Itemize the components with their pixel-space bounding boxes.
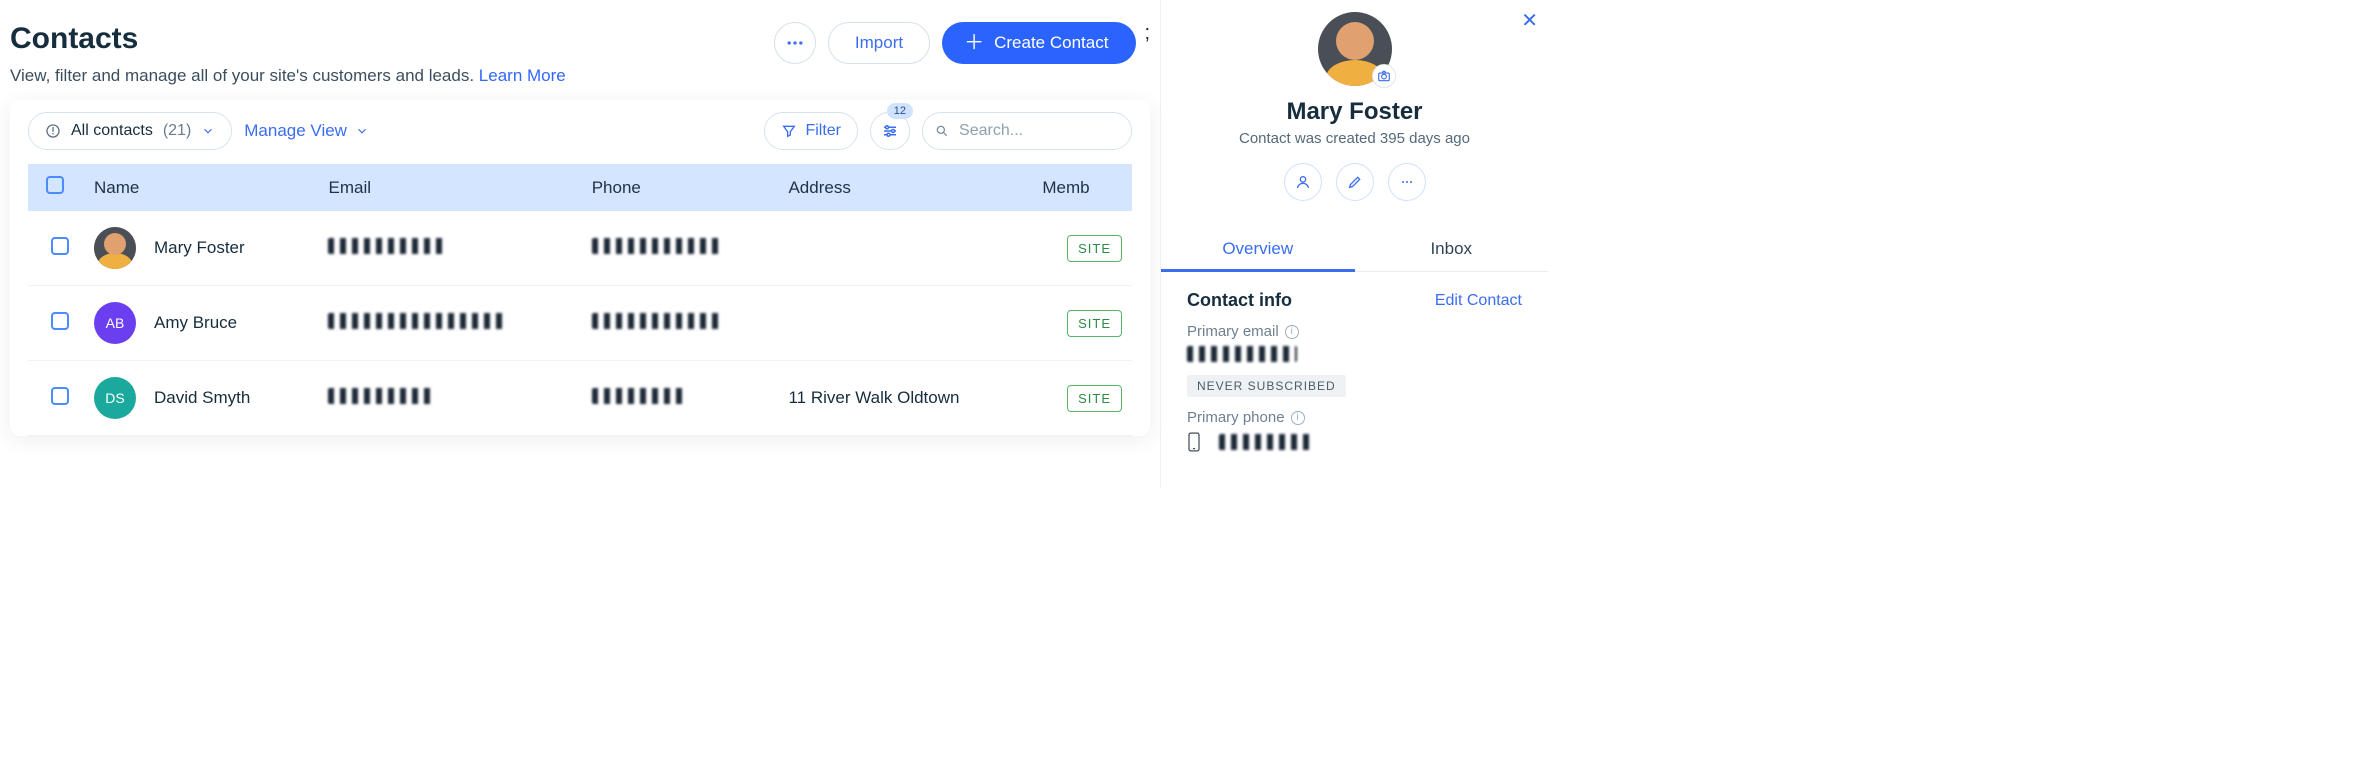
contact-name: Mary Foster — [1286, 98, 1422, 126]
chevron-down-icon — [355, 124, 369, 138]
create-contact-button[interactable]: ＋ Create Contact — [942, 22, 1136, 64]
contact-side-panel: ✕ Mary Foster Contact was created 395 da… — [1160, 0, 1548, 488]
person-icon — [1295, 174, 1311, 190]
learn-more-link[interactable]: Learn More — [479, 66, 566, 85]
col-email[interactable]: Email — [318, 164, 581, 211]
edit-contact-link[interactable]: Edit Contact — [1435, 292, 1522, 310]
contacts-table: Name Email Phone Address Memb Mary Foste… — [28, 164, 1132, 436]
contact-created: Contact was created 395 days ago — [1239, 130, 1470, 147]
tab-inbox[interactable]: Inbox — [1355, 229, 1549, 271]
email-cell — [328, 313, 506, 329]
row-checkbox[interactable] — [51, 237, 69, 255]
import-button[interactable]: Import — [828, 22, 930, 64]
info-icon[interactable]: i — [1291, 411, 1305, 425]
more-horizontal-icon — [1399, 174, 1415, 190]
search-input[interactable] — [957, 121, 1119, 141]
filter-button[interactable]: Filter — [764, 112, 858, 150]
sliders-icon — [881, 122, 899, 140]
table-row[interactable]: AB Amy Bruce SITE — [28, 286, 1132, 361]
create-contact-label: Create Contact — [994, 33, 1108, 53]
email-cell — [328, 388, 432, 404]
pencil-icon — [1347, 174, 1363, 190]
primary-email-label: Primary emaili — [1187, 323, 1522, 340]
col-address[interactable]: Address — [778, 164, 1032, 211]
more-horizontal-icon — [785, 33, 805, 53]
primary-email-value — [1187, 346, 1297, 362]
phone-cell — [592, 313, 720, 329]
alert-circle-icon — [45, 123, 61, 139]
page-title: Contacts — [10, 22, 138, 56]
table-row[interactable]: DS David Smyth 11 River Walk Oldtown SIT… — [28, 361, 1132, 436]
avatar — [94, 227, 136, 269]
more-actions-button[interactable] — [774, 22, 816, 64]
tab-overview[interactable]: Overview — [1161, 229, 1355, 272]
member-badge: SITE — [1067, 385, 1122, 412]
search-field[interactable] — [922, 112, 1132, 150]
view-count: (21) — [163, 122, 191, 140]
primary-phone-label: Primary phonei — [1187, 409, 1522, 426]
view-member-button[interactable] — [1284, 163, 1322, 201]
plus-icon: ＋ — [964, 33, 984, 53]
manage-view-link[interactable]: Manage View — [244, 121, 369, 141]
email-cell — [328, 238, 448, 254]
column-settings-button[interactable]: 12 — [870, 112, 910, 150]
primary-phone-value — [1219, 434, 1311, 450]
stray-text: ; — [1144, 22, 1150, 45]
avatar: DS — [94, 377, 136, 419]
phone-cell — [592, 388, 684, 404]
contacts-panel: All contacts (21) Manage View Filter 12 — [10, 100, 1150, 436]
avatar: AB — [94, 302, 136, 344]
chevron-down-icon — [201, 124, 215, 138]
col-phone[interactable]: Phone — [582, 164, 779, 211]
col-member[interactable]: Memb — [1032, 164, 1132, 211]
view-selector[interactable]: All contacts (21) — [28, 112, 232, 150]
mobile-icon — [1187, 432, 1201, 452]
subscription-tag: NEVER SUBSCRIBED — [1187, 375, 1346, 397]
member-badge: SITE — [1067, 310, 1122, 337]
contact-name-cell: Mary Foster — [154, 238, 245, 258]
search-icon — [935, 123, 949, 139]
address-cell — [778, 211, 1032, 286]
edit-contact-icon-button[interactable] — [1336, 163, 1374, 201]
change-photo-button[interactable] — [1372, 64, 1396, 88]
row-checkbox[interactable] — [51, 387, 69, 405]
contact-name-cell: Amy Bruce — [154, 313, 237, 333]
info-icon[interactable]: i — [1285, 325, 1299, 339]
phone-cell — [592, 238, 720, 254]
address-cell — [778, 286, 1032, 361]
more-contact-button[interactable] — [1388, 163, 1426, 201]
table-row[interactable]: Mary Foster SITE — [28, 211, 1132, 286]
close-panel-button[interactable]: ✕ — [1521, 8, 1538, 33]
view-label: All contacts — [71, 122, 153, 140]
column-count-badge: 12 — [887, 103, 913, 119]
header-actions: Import ＋ Create Contact ; — [774, 22, 1150, 64]
contact-name-cell: David Smyth — [154, 388, 250, 408]
address-cell: 11 River Walk Oldtown — [778, 361, 1032, 436]
main-content: Contacts Import ＋ Create Contact ; View,… — [0, 0, 1160, 436]
page-subtitle: View, filter and manage all of your site… — [10, 66, 1150, 86]
funnel-icon — [781, 123, 797, 139]
row-checkbox[interactable] — [51, 312, 69, 330]
select-all-checkbox[interactable] — [46, 176, 64, 194]
col-name[interactable]: Name — [84, 164, 318, 211]
camera-icon — [1377, 69, 1391, 83]
member-badge: SITE — [1067, 235, 1122, 262]
contact-info-title: Contact info — [1187, 290, 1292, 311]
